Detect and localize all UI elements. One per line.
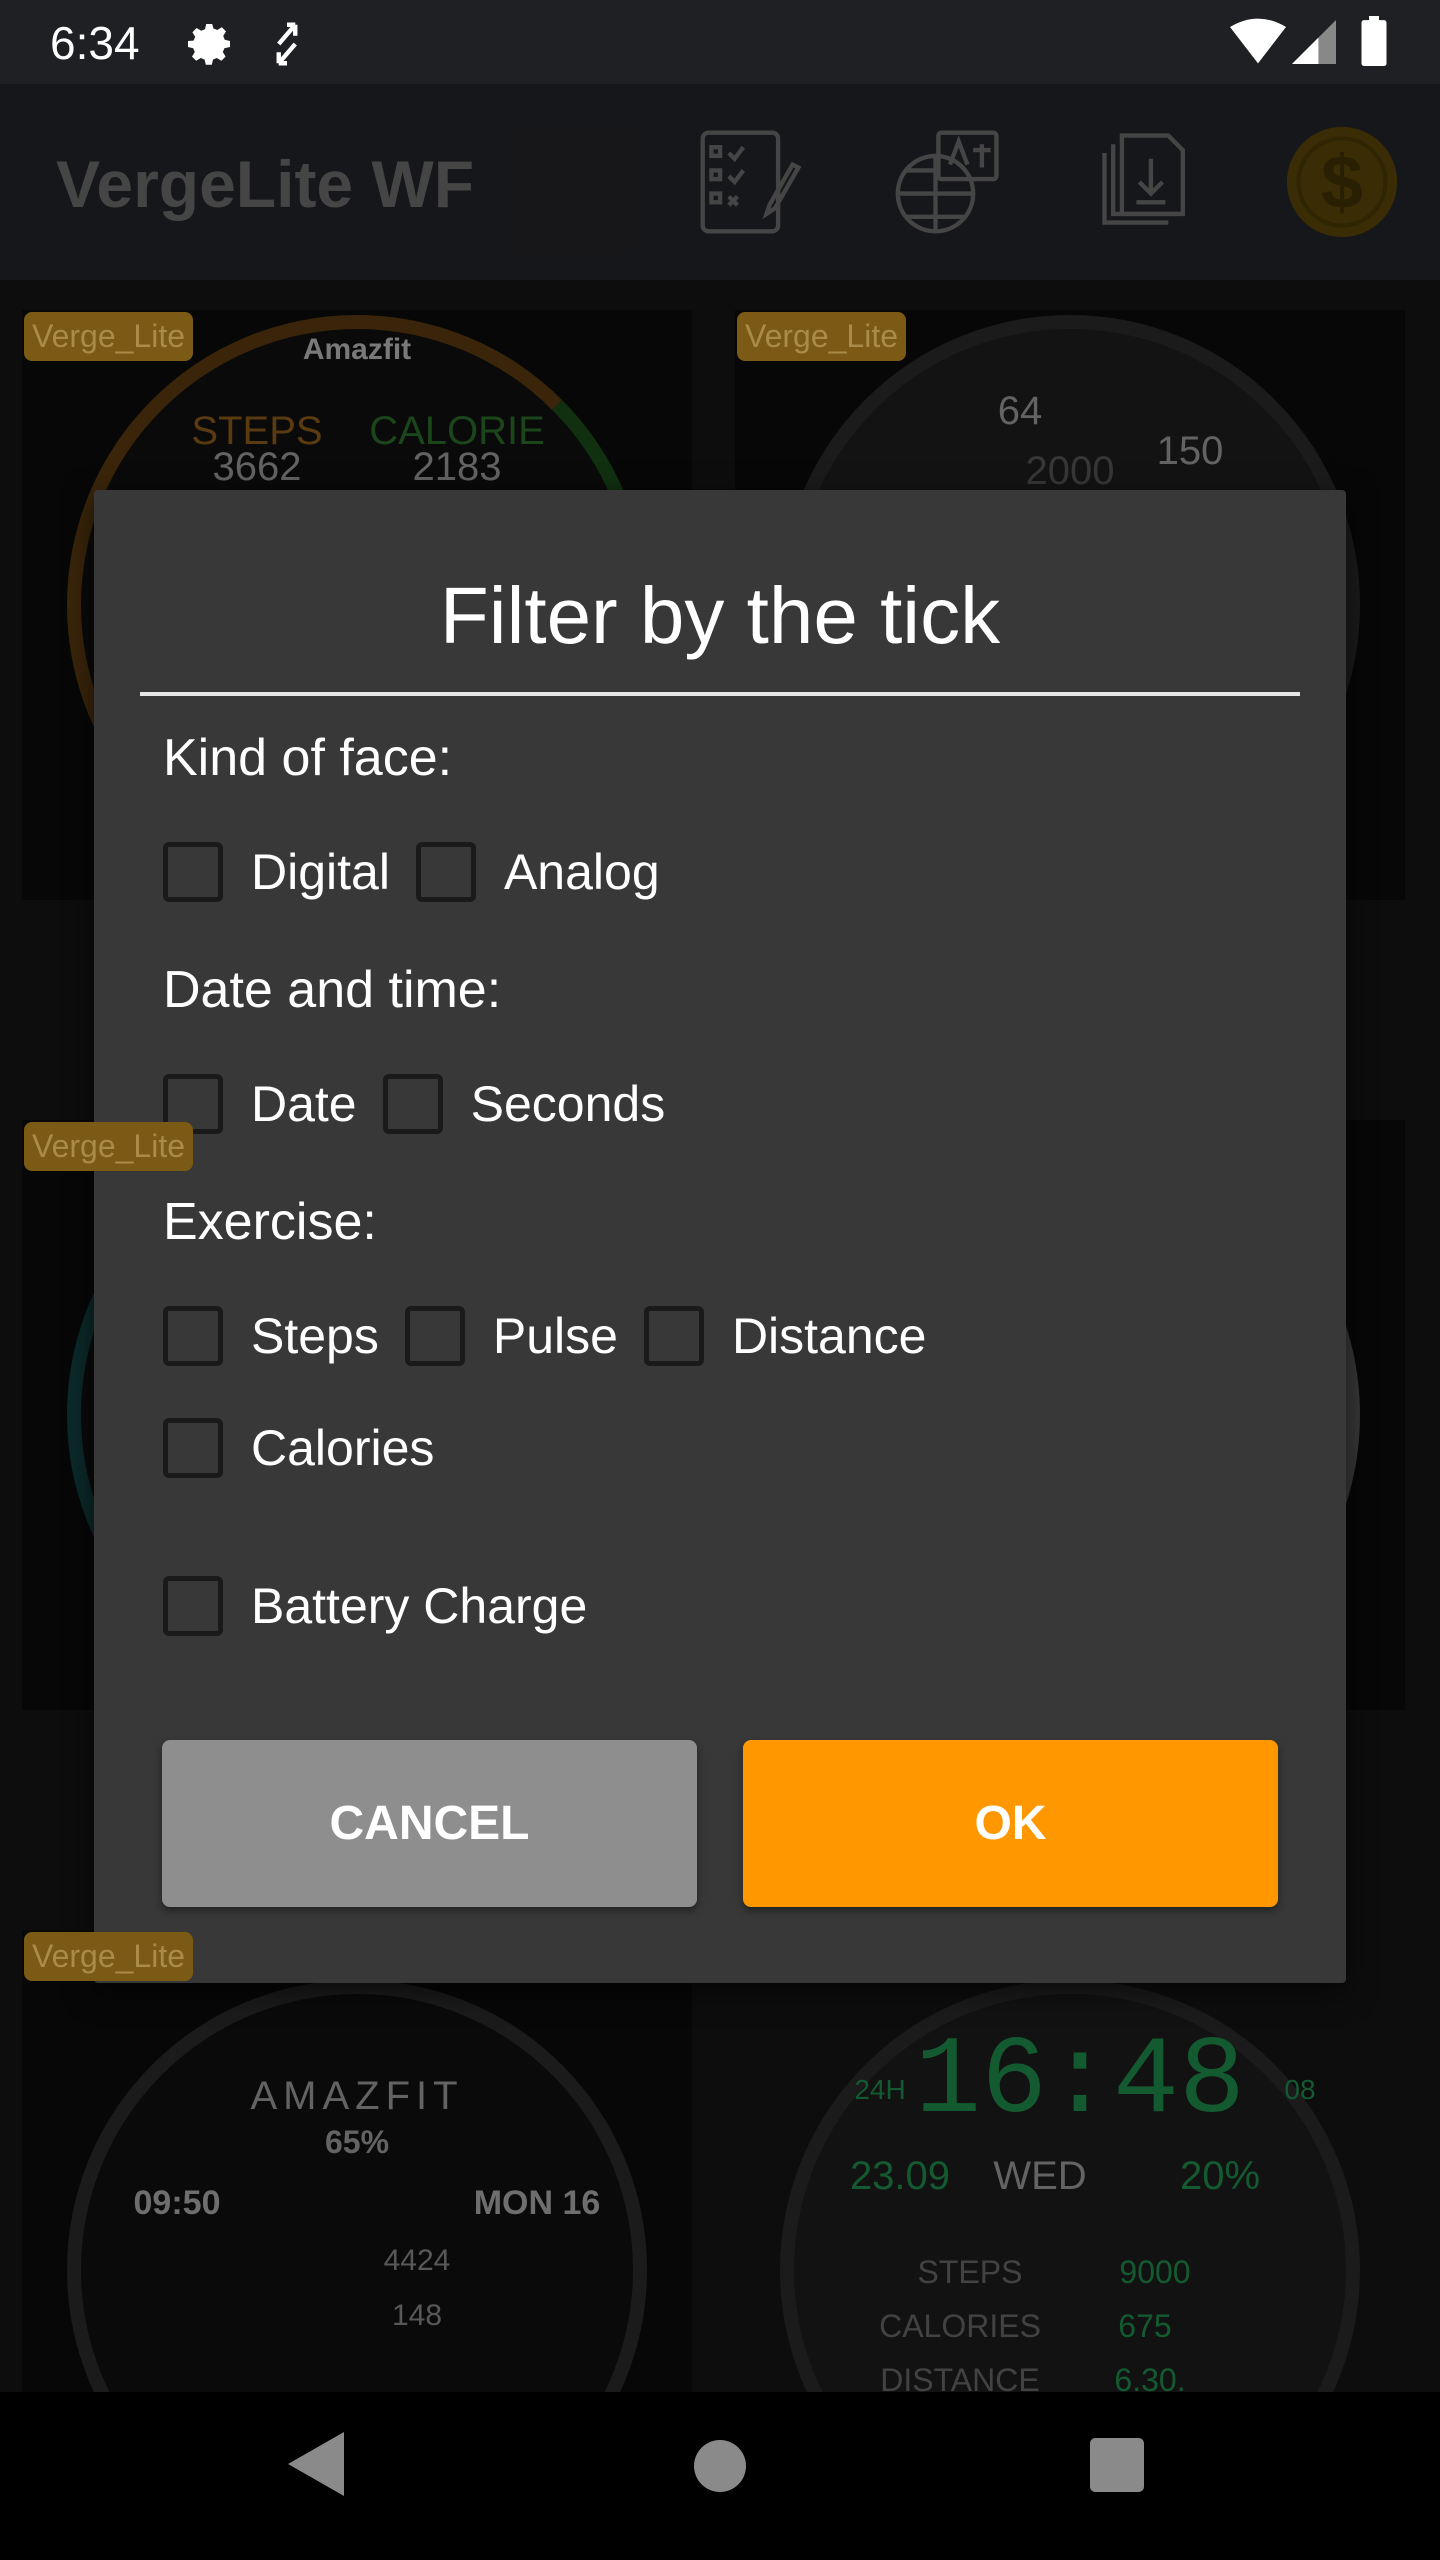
checkbox-box[interactable] [382,1074,443,1134]
checkbox-pulse[interactable]: Pulse [404,1306,618,1366]
recents-icon[interactable] [1090,2438,1144,2492]
card-badge: Verge_Lite [24,1932,194,1981]
checkbox-label: Distance [731,1308,927,1364]
title-divider [140,692,1300,696]
signal-icon [1292,20,1336,64]
checkbox-label: Pulse [492,1308,618,1364]
checkbox-label: Battery Charge [251,1578,588,1634]
checkbox-box[interactable] [404,1306,465,1366]
checkbox-box[interactable] [163,842,223,902]
checkbox-battery-charge[interactable]: Battery Charge [163,1576,587,1636]
card-badge: Verge_Lite [24,312,194,361]
checkbox-distance[interactable]: Distance [643,1306,927,1366]
checkbox-box[interactable] [643,1306,704,1366]
checkbox-steps[interactable]: Steps [163,1306,379,1366]
card-badge: Verge_Lite [737,312,907,361]
ok-button[interactable]: OK [743,1740,1278,1907]
wifi-icon [1230,18,1286,64]
checkbox-label: Digital [251,844,390,900]
checkbox-box[interactable] [415,842,476,902]
checkbox-box[interactable] [163,1418,223,1478]
cancel-button[interactable]: CANCEL [162,1740,697,1907]
checkbox-box[interactable] [163,1576,223,1636]
section-kind-of-face: Kind of face: [163,729,453,787]
navigation-bar [0,2392,1440,2560]
checkbox-label: Seconds [470,1076,666,1132]
section-exercise: Exercise: [163,1193,377,1251]
home-icon[interactable] [694,2440,746,2492]
section-date-and-time: Date and time: [163,961,502,1019]
checkbox-calories[interactable]: Calories [163,1418,434,1478]
checkbox-label: Steps [251,1308,379,1364]
checkbox-digital[interactable]: Digital [163,842,390,902]
checkbox-analog[interactable]: Analog [415,842,660,902]
checkbox-date[interactable]: Date [163,1074,357,1134]
card-badge: Verge_Lite [24,1122,194,1171]
filter-dialog: Filter by the tick Kind of face: Digital… [94,490,1346,1983]
checkbox-box[interactable] [163,1306,223,1366]
checkbox-label: Date [251,1076,357,1132]
back-icon[interactable] [288,2432,344,2496]
status-bar: 6:34 [0,0,1440,84]
battery-icon [1361,16,1387,66]
screen-rotate-icon [276,22,298,66]
checkbox-label: Analog [503,844,660,900]
status-time: 6:34 [50,17,140,69]
gear-icon [188,24,230,65]
checkbox-seconds[interactable]: Seconds [382,1074,666,1134]
checkbox-label: Calories [251,1420,435,1476]
dialog-title: Filter by the tick [439,571,1001,660]
